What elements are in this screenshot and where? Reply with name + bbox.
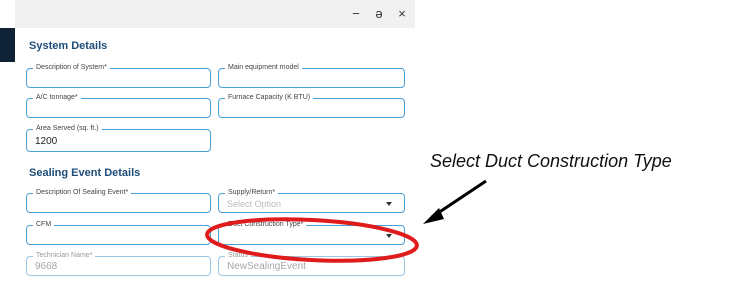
annotation-overlay	[205, 179, 487, 263]
highlight-circle	[205, 217, 419, 263]
